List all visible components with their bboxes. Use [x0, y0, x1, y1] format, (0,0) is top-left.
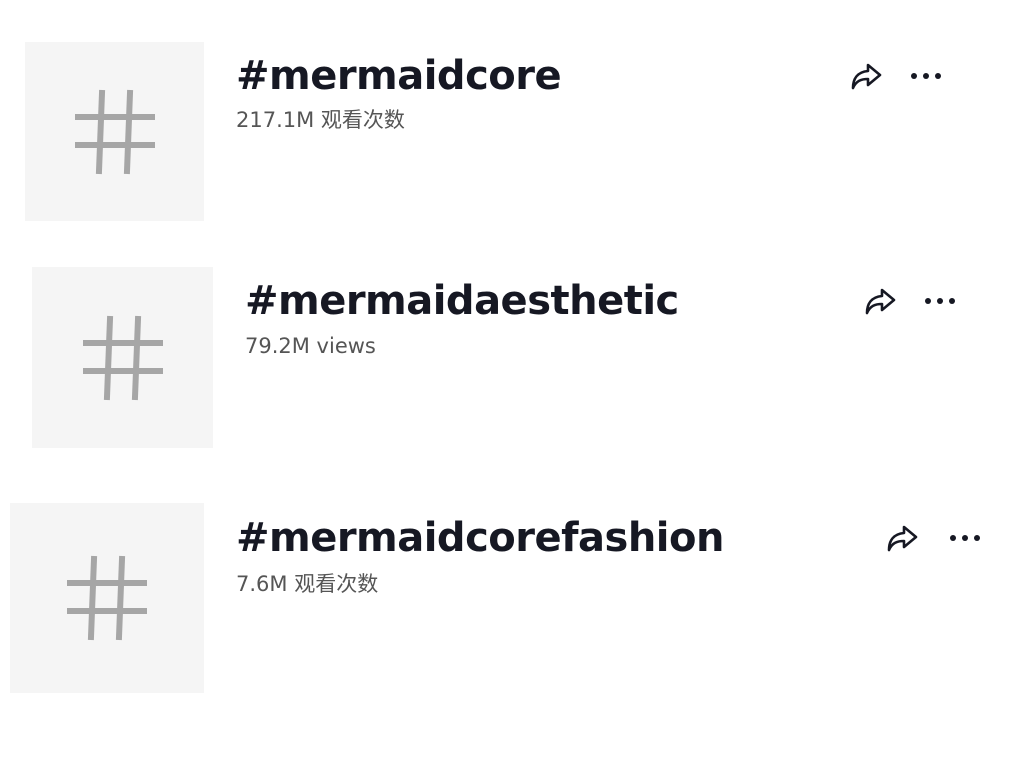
more-options-button[interactable]	[906, 56, 946, 96]
view-count: 217.1M 观看次数	[236, 108, 405, 132]
hashtag-thumbnail[interactable]	[32, 267, 213, 448]
hashtag-card[interactable]: #mermaidcorefashion 7.6M 观看次数	[0, 470, 1020, 765]
more-dots-icon	[950, 535, 980, 541]
hashtag-title[interactable]: #mermaidcore	[236, 56, 562, 96]
view-count: 79.2M views	[245, 334, 376, 358]
view-count: 7.6M 观看次数	[236, 572, 379, 596]
hashtag-card[interactable]: #mermaidaesthetic 79.2M views	[0, 240, 1020, 470]
share-arrow-icon	[851, 63, 882, 90]
share-arrow-icon	[887, 525, 918, 552]
share-button[interactable]	[860, 281, 900, 321]
hashtag-icon	[67, 555, 147, 641]
hashtag-thumbnail[interactable]	[25, 42, 204, 221]
share-arrow-icon	[865, 288, 896, 315]
share-button[interactable]	[882, 518, 922, 558]
hashtag-icon	[82, 315, 163, 400]
hashtag-thumbnail[interactable]	[10, 503, 204, 693]
more-options-button[interactable]	[945, 518, 985, 558]
hashtag-title[interactable]: #mermaidaesthetic	[245, 281, 679, 321]
more-dots-icon	[911, 73, 941, 79]
share-button[interactable]	[846, 56, 886, 96]
hashtag-card[interactable]: #mermaidcore 217.1M 观看次数	[0, 0, 1020, 240]
hashtag-title[interactable]: #mermaidcorefashion	[236, 518, 724, 558]
more-options-button[interactable]	[920, 281, 960, 321]
hashtag-icon	[74, 89, 155, 174]
more-dots-icon	[925, 298, 955, 304]
